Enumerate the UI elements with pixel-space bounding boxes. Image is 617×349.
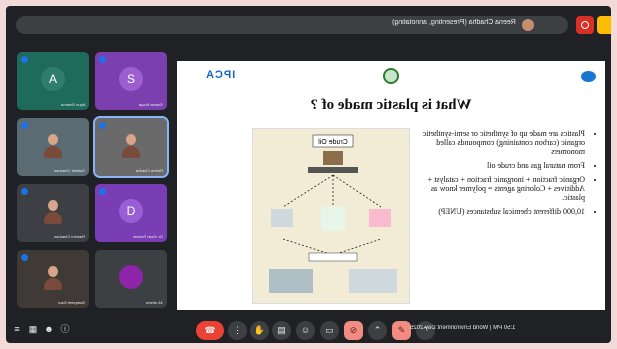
avatar-initial: D: [119, 199, 143, 223]
more-options-button[interactable]: ⋮: [228, 321, 247, 340]
mic-icon: [99, 188, 106, 195]
meeting-time-title: 1:50 PM | World Environment Day 2025: [410, 325, 516, 331]
mic-icon: [21, 56, 28, 63]
mic-off-button[interactable]: ✎: [392, 321, 411, 340]
meet-window: Reena Chadha (Presenting, annotating) A …: [6, 6, 611, 343]
participant-name: Arjun Sharma: [60, 102, 85, 107]
presenter-avatar: [522, 19, 534, 31]
participant-video: [42, 132, 64, 158]
plastic-lifecycle-diagram: Crude Oil: [252, 128, 410, 304]
mic-icon: [99, 56, 106, 63]
participant-tile[interactable]: A Arjun Sharma: [17, 52, 89, 110]
captions-button[interactable]: ▤: [272, 321, 291, 340]
partner-logo: [581, 71, 596, 82]
info-icon[interactable]: ⓘ: [60, 324, 70, 334]
present-screen-button[interactable]: ▭: [320, 321, 339, 340]
stop-presenting-button[interactable]: [576, 16, 594, 34]
participant-name: Reena Chadha: [136, 168, 163, 173]
layout-icon[interactable]: ▦: [28, 324, 38, 334]
leave-call-button[interactable]: ☎: [196, 321, 224, 340]
participant-name: Dr. Kiran Parmar: [133, 234, 163, 239]
participant-tile[interactable]: Sarbpreet Kaur: [17, 250, 89, 308]
bottom-control-bar: ≡ ▦ ☻ ⓘ ☎ ⋮ ✋ ▤ ☺ ▭ ⊘ ⌃ ✎ ⌃ 1:50 PM | Wo…: [6, 318, 611, 343]
camera-off-button[interactable]: ⊘: [344, 321, 363, 340]
bullet-item: Plastics are made up of synthetic or sem…: [415, 129, 585, 156]
participant-tile-speaking[interactable]: Reena Chadha: [93, 116, 169, 178]
participant-video: [42, 198, 64, 224]
participant-tile[interactable]: Sukhbir Chauhan: [17, 118, 89, 176]
slide-bullets: Plastics are made up of synthetic or sem…: [415, 129, 595, 221]
menu-icon[interactable]: ≡: [12, 324, 22, 334]
participant-video: [42, 264, 64, 290]
mic-icon: [21, 188, 28, 195]
presentation-slide: IPCA What is plastic made of ? Crude Oil: [177, 61, 605, 310]
present-button[interactable]: [597, 16, 611, 34]
presenting-banner[interactable]: Reena Chadha (Presenting, annotating): [16, 16, 568, 34]
mic-icon: [99, 122, 106, 129]
mic-icon: [21, 254, 28, 261]
participant-tile[interactable]: Rashmi Chauhan: [17, 184, 89, 242]
participant-name: Sukhbir Chauhan: [54, 168, 85, 173]
others-avatars: [119, 265, 143, 289]
raise-hand-button[interactable]: ✋: [250, 321, 269, 340]
slide-title: What is plastic made of ?: [310, 97, 472, 113]
people-icon[interactable]: ☻: [44, 324, 54, 334]
participant-name: Simran Ahuja: [139, 102, 163, 107]
participant-name: Sarbpreet Kaur: [57, 300, 85, 305]
emblem-logo: [383, 68, 399, 84]
top-bar: Reena Chadha (Presenting, annotating): [6, 6, 611, 42]
others-tile[interactable]: 46 others: [95, 250, 167, 308]
participant-video: [120, 132, 142, 158]
avatar-initial: S: [119, 67, 143, 91]
bullet-item: From natural gas and crude oil: [415, 161, 585, 170]
bullet-item: 10,000 different chemical substances (UN…: [415, 207, 585, 216]
mic-icon: [21, 122, 28, 129]
participant-name: Rashmi Chauhan: [54, 234, 85, 239]
others-count: 46 others: [146, 300, 163, 305]
ipca-logo: IPCA: [205, 69, 236, 81]
participant-tile[interactable]: D Dr. Kiran Parmar: [95, 184, 167, 242]
bullet-item: Organic fraction + inorganic fraction + …: [415, 175, 585, 202]
diagram-graphic: Crude Oil: [269, 134, 397, 293]
presenting-text: Reena Chadha (Presenting, annotating): [392, 19, 516, 26]
participant-tile[interactable]: S Simran Ahuja: [95, 52, 167, 110]
crude-oil-label: Crude Oil: [318, 139, 348, 146]
emoji-button[interactable]: ☺: [296, 321, 315, 340]
camera-options-button[interactable]: ⌃: [368, 321, 387, 340]
avatar-initial: A: [41, 67, 65, 91]
